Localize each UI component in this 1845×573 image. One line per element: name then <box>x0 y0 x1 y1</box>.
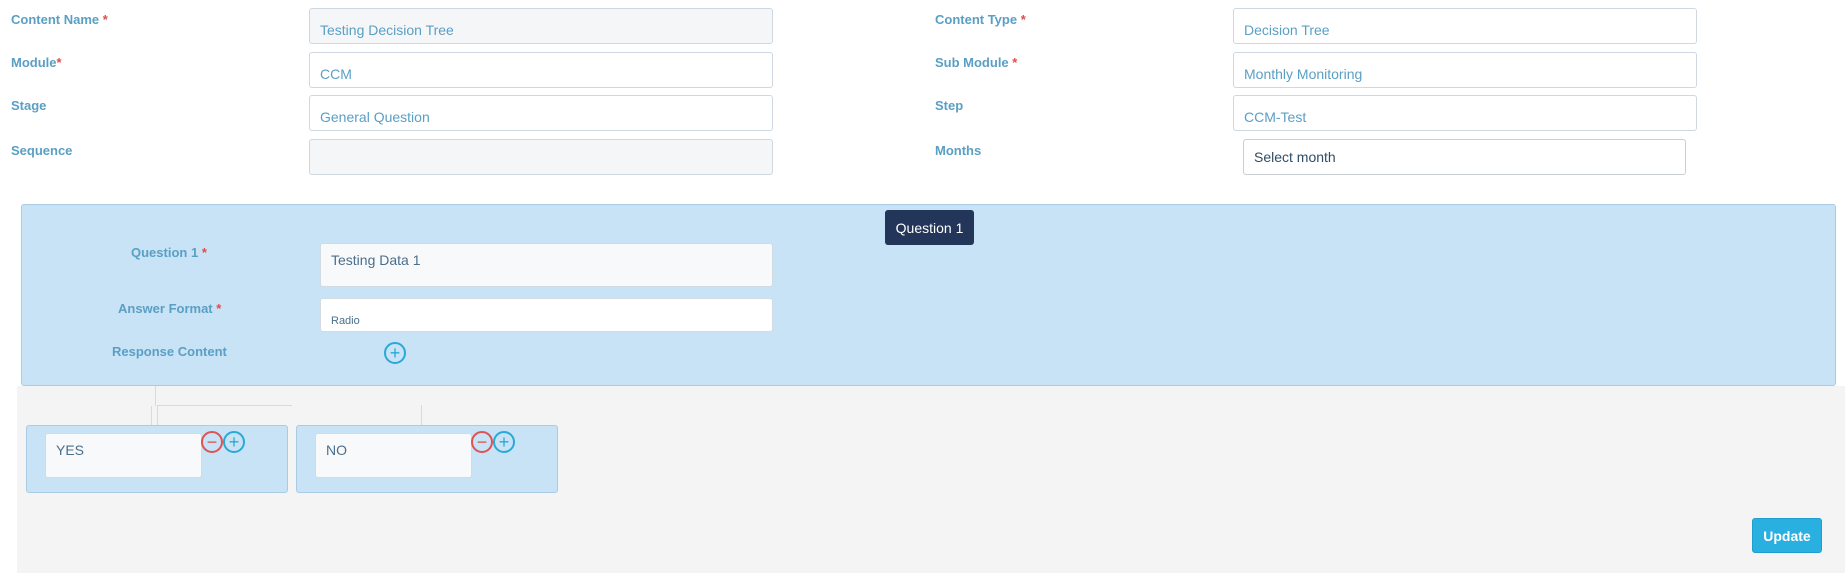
minus-icon: − <box>206 432 218 452</box>
update-button[interactable]: Update <box>1752 518 1822 553</box>
answer-card-no: NO <box>296 425 558 493</box>
connector-line <box>421 405 422 426</box>
answer-format-label: Answer Format * <box>118 301 222 316</box>
remove-answer-button[interactable]: − <box>471 431 493 453</box>
plus-icon: + <box>228 432 240 452</box>
plus-icon: + <box>389 343 401 363</box>
sequence-label: Sequence <box>11 143 73 158</box>
months-label: Months <box>935 143 982 158</box>
sub-module-label: Sub Module * <box>935 55 1018 70</box>
answer-format-select[interactable]: Radio <box>320 298 773 332</box>
add-answer-button[interactable]: + <box>493 431 515 453</box>
content-name-label: Content Name * <box>11 12 108 27</box>
module-label: Module* <box>11 55 62 70</box>
content-type-label: Content Type * <box>935 12 1026 27</box>
months-select[interactable]: Select month <box>1243 139 1686 175</box>
stage-label: Stage <box>11 98 47 113</box>
sequence-field[interactable] <box>309 139 773 175</box>
answer-input[interactable]: NO <box>315 433 472 478</box>
minus-icon: − <box>476 432 488 452</box>
plus-icon: + <box>498 432 510 452</box>
remove-answer-button[interactable]: − <box>201 431 223 453</box>
connector-line <box>151 406 152 426</box>
add-response-button[interactable]: + <box>384 342 406 364</box>
answers-area <box>17 386 1845 573</box>
sub-module-field[interactable]: Monthly Monitoring <box>1233 52 1697 88</box>
step-label: Step <box>935 98 964 113</box>
question-badge[interactable]: Question 1 <box>885 210 974 245</box>
stage-field[interactable]: General Question <box>309 95 773 131</box>
answer-input[interactable]: YES <box>45 433 202 478</box>
question-label: Question 1 * <box>131 245 207 260</box>
answer-card-yes: YES <box>26 425 288 493</box>
connector-line <box>157 405 292 406</box>
add-answer-button[interactable]: + <box>223 431 245 453</box>
content-type-field[interactable]: Decision Tree <box>1233 8 1697 44</box>
connector-line <box>157 405 158 426</box>
question-input[interactable]: Testing Data 1 <box>320 243 773 287</box>
module-field[interactable]: CCM <box>309 52 773 88</box>
response-content-label: Response Content <box>112 344 227 359</box>
content-name-field[interactable]: Testing Decision Tree <box>309 8 773 44</box>
step-field[interactable]: CCM-Test <box>1233 95 1697 131</box>
connector-line <box>155 386 156 406</box>
